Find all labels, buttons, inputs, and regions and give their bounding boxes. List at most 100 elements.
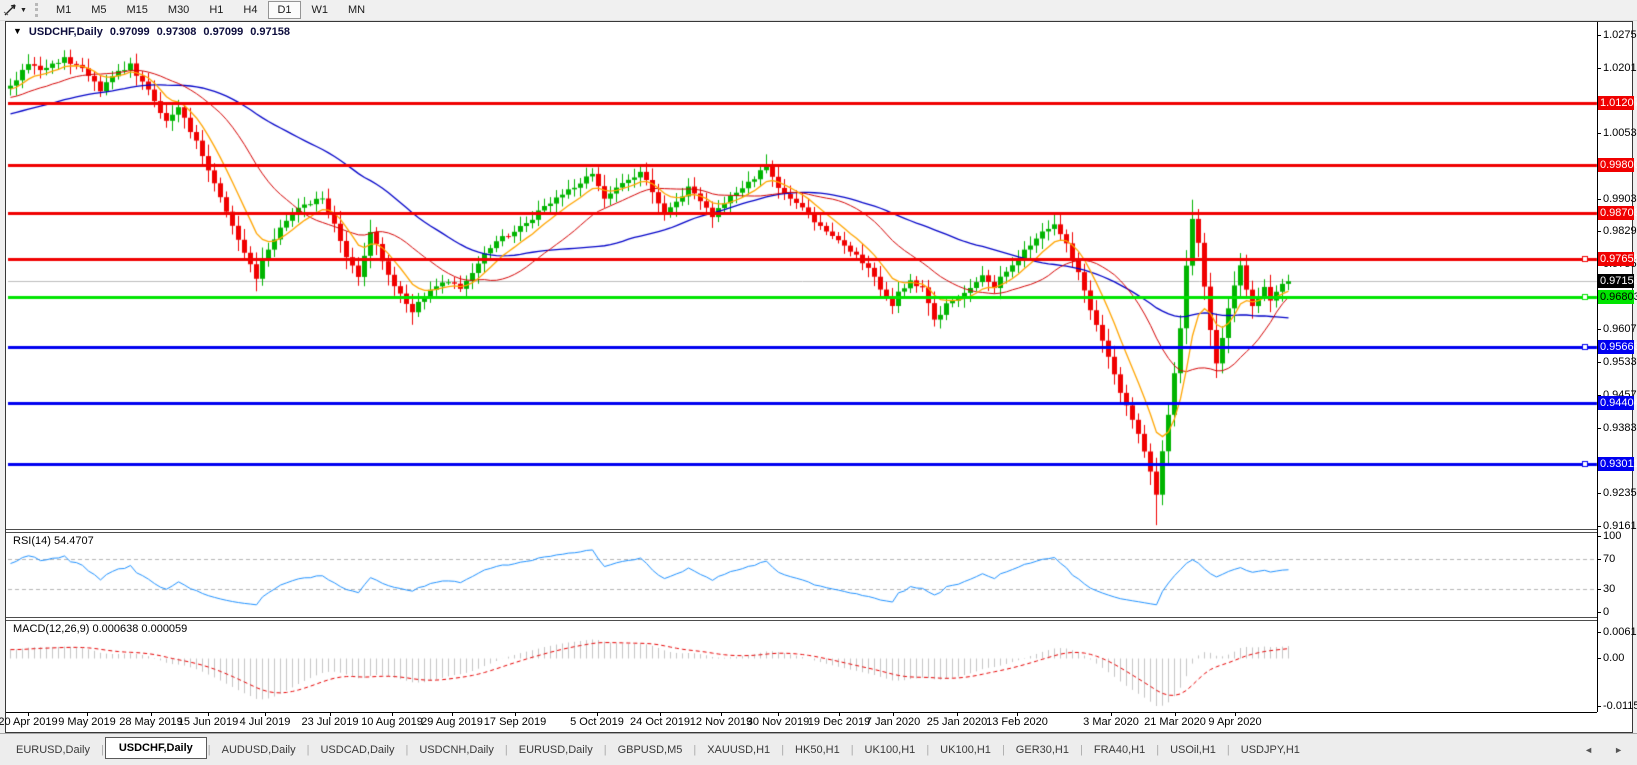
price-tick <box>1597 35 1601 36</box>
date-label: 4 Jul 2019 <box>240 716 291 728</box>
symbol-tab-audusd-daily[interactable]: AUDUSD,Daily <box>212 741 306 759</box>
macd-tick <box>1597 658 1601 659</box>
price-tick <box>1597 231 1601 232</box>
macd-tick-label: 0.006167 <box>1603 626 1637 638</box>
date-label: 19 Dec 2019 <box>808 716 870 728</box>
price-tick <box>1597 199 1601 200</box>
date-label: 17 Sep 2019 <box>484 716 546 728</box>
ohlc-low: 0.97099 <box>203 26 243 38</box>
date-label: 13 Feb 2020 <box>986 716 1048 728</box>
date-label: 20 Apr 2019 <box>0 716 58 728</box>
date-label: 7 Jan 2020 <box>866 716 920 728</box>
price-tick <box>1597 428 1601 429</box>
timeframe-button-h1[interactable]: H1 <box>200 1 232 19</box>
rsi-tick <box>1597 589 1601 590</box>
price-tick-label: 0.92350 <box>1603 487 1637 499</box>
symbol-tabs: EURUSD,Daily|USDCHF,Daily|AUDUSD,Daily|U… <box>6 737 1310 759</box>
timeframe-buttons: M1M5M15M30H1H4D1W1MN <box>46 1 375 19</box>
price-tick-label: 0.95330 <box>1603 356 1637 368</box>
date-label: 9 May 2019 <box>58 716 115 728</box>
symbol-tab-usdjpy-h1[interactable]: USDJPY,H1 <box>1231 741 1310 759</box>
ohlc-close: 0.97158 <box>250 26 290 38</box>
rsi-tick-label: 100 <box>1603 530 1621 542</box>
tab-scroll-right-icon[interactable]: ► <box>1614 745 1623 755</box>
symbol-tab-eurusd-daily[interactable]: EURUSD,Daily <box>6 741 100 759</box>
macd-tick <box>1597 706 1601 707</box>
ohlc-high: 0.97308 <box>157 26 197 38</box>
macd-tick <box>1597 632 1601 633</box>
date-label: 30 Nov 2019 <box>747 716 809 728</box>
timeframe-button-h4[interactable]: H4 <box>234 1 266 19</box>
symbol-tab-gbpusd-m5[interactable]: GBPUSD,M5 <box>608 741 693 759</box>
price-tick <box>1597 133 1601 134</box>
macd-tick-label: -0.01153 <box>1603 700 1637 712</box>
line-price-tag: 0.95663 <box>1598 340 1634 354</box>
pane-separator[interactable] <box>6 529 1597 533</box>
collapse-triangle-icon[interactable]: ▼ <box>13 26 22 38</box>
symbol-tab-bar: EURUSD,Daily|USDCHF,Daily|AUDUSD,Daily|U… <box>0 733 1637 765</box>
date-label: 10 Aug 2019 <box>361 716 423 728</box>
timeframe-button-mn[interactable]: MN <box>339 1 374 19</box>
symbol-tab-usoil-h1[interactable]: USOil,H1 <box>1160 741 1226 759</box>
date-label: 24 Oct 2019 <box>630 716 690 728</box>
symbol-tab-hk50-h1[interactable]: HK50,H1 <box>785 741 850 759</box>
symbol-tab-xauusd-h1[interactable]: XAUUSD,H1 <box>697 741 780 759</box>
price-tick-label: 1.00530 <box>1603 127 1637 139</box>
rsi-tick-label: 70 <box>1603 553 1615 565</box>
chart-window: ▼ USDCHF,Daily 0.97099 0.97308 0.97099 0… <box>5 21 1633 733</box>
rsi-tick-label: 30 <box>1603 583 1615 595</box>
symbol-tab-usdcnh-daily[interactable]: USDCNH,Daily <box>409 741 504 759</box>
price-tick <box>1597 526 1601 527</box>
macd-tick-label: 0.00 <box>1603 652 1624 664</box>
line-price-tag: 1.01207 <box>1598 96 1634 110</box>
line-price-tag: 0.97658 <box>1598 252 1634 266</box>
bid-price-tag: 0.97158 <box>1598 274 1634 288</box>
toolbar-dropdown-caret[interactable]: ▼ <box>20 7 27 14</box>
price-tick <box>1597 329 1601 330</box>
crosshair-tool-icon[interactable] <box>1 2 19 18</box>
timeframe-button-m1[interactable]: M1 <box>47 1 80 19</box>
timeframe-button-m15[interactable]: M15 <box>118 1 157 19</box>
price-tick <box>1597 362 1601 363</box>
timeframe-button-w1[interactable]: W1 <box>303 1 338 19</box>
time-axis-line <box>6 712 1597 713</box>
date-label: 21 Mar 2020 <box>1144 716 1206 728</box>
price-axis-line <box>1597 22 1598 712</box>
tab-scroll-left-icon[interactable]: ◄ <box>1584 745 1593 755</box>
chart-title: ▼ USDCHF,Daily 0.97099 0.97308 0.97099 0… <box>13 26 290 38</box>
date-label: 23 Jul 2019 <box>302 716 359 728</box>
symbol-tab-ger30-h1[interactable]: GER30,H1 <box>1006 741 1079 759</box>
symbol-tab-uk100-h1[interactable]: UK100,H1 <box>930 741 1001 759</box>
toolbar-grip[interactable] <box>35 3 38 17</box>
pane-separator[interactable] <box>6 617 1597 621</box>
line-price-tag: 0.96803 <box>1598 290 1634 304</box>
date-label: 3 Mar 2020 <box>1083 716 1139 728</box>
price-tick <box>1597 493 1601 494</box>
chart-symbol-label: USDCHF,Daily <box>29 26 103 38</box>
price-tick-label: 1.02750 <box>1603 29 1637 41</box>
price-tick-label: 0.98290 <box>1603 225 1637 237</box>
price-tick-label: 0.96070 <box>1603 323 1637 335</box>
price-tick <box>1597 68 1601 69</box>
symbol-tab-usdcad-daily[interactable]: USDCAD,Daily <box>310 741 404 759</box>
date-label: 28 May 2019 <box>119 716 183 728</box>
rsi-tick-label: 0 <box>1603 606 1609 618</box>
ohlc-open: 0.97099 <box>110 26 150 38</box>
timeframe-button-m5[interactable]: M5 <box>82 1 115 19</box>
chart-canvas[interactable] <box>6 22 1632 730</box>
symbol-tab-eurusd-daily[interactable]: EURUSD,Daily <box>509 741 603 759</box>
line-price-tag: 0.99800 <box>1598 158 1634 172</box>
date-label: 12 Nov 2019 <box>690 716 752 728</box>
symbol-tab-uk100-h1[interactable]: UK100,H1 <box>855 741 926 759</box>
symbol-tab-usdchf-daily[interactable]: USDCHF,Daily <box>105 737 207 759</box>
date-label: 5 Oct 2019 <box>570 716 624 728</box>
timeframe-button-m30[interactable]: M30 <box>159 1 198 19</box>
line-price-tag: 0.94404 <box>1598 396 1634 410</box>
line-price-tag: 0.93011 <box>1598 457 1634 471</box>
price-tick-label: 0.93830 <box>1603 422 1637 434</box>
timeframe-button-d1[interactable]: D1 <box>268 1 300 19</box>
symbol-tab-fra40-h1[interactable]: FRA40,H1 <box>1084 741 1155 759</box>
macd-pane-label: MACD(12,26,9) 0.000638 0.000059 <box>13 623 187 635</box>
price-tick-label: 1.02010 <box>1603 62 1637 74</box>
date-label: 29 Aug 2019 <box>421 716 483 728</box>
